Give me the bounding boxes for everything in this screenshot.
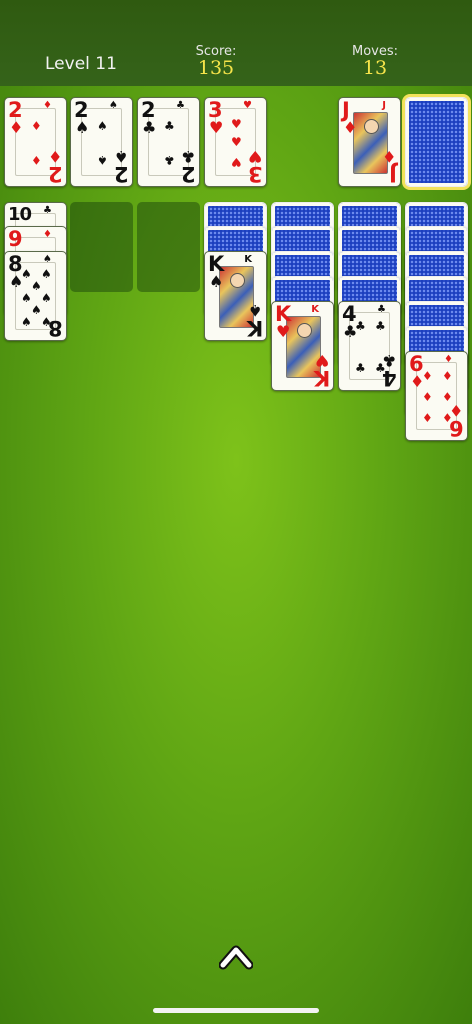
tableau-6-four[interactable]: 4 ♣ ♣ ♣ ♣ ♣ ♣ 4 ♣ [338,301,401,391]
tableau-7-six[interactable]: 6 ♦ ♦ ♦ ♦ ♦ ♦ ♦ ♦ 6 ♦ [405,351,468,441]
moves-value: 13 [362,57,388,79]
foundation-3[interactable]: 2 ♣ ♣ ♣ ♣ 2 ♣ [137,97,200,187]
level-label: Level 11 [45,54,117,74]
foundation-4[interactable]: 3 ♥ ♥ ♥ ♥ ♥ 3 ♥ [204,97,267,187]
foundation-1[interactable]: 2 ♦ ♦ ♦ ♦ 2 ♦ [4,97,67,187]
tableau-4-king[interactable]: K ♠ K K ♠ [204,251,267,341]
moves-display: Moves: 13 [330,44,420,79]
score-display: Score: 135 [171,44,261,79]
foundation-2[interactable]: 2 ♠ ♠ ♠ ♠ 2 ♠ [70,97,133,187]
waste-card[interactable]: J ♦ J J ♦ [338,97,401,187]
tableau-1-card-3[interactable]: 8 ♠ ♠ ♠ ♠ ♠ ♠ ♠ ♠ ♠ ♠ 8 [4,251,67,341]
top-bar: Level 11 Score: 135 Moves: 13 [0,0,472,86]
tableau-5-king[interactable]: K ♥ K K ♥ [271,301,334,391]
stock-pile[interactable] [405,97,468,187]
score-value: 135 [197,57,235,79]
tableau-2-empty[interactable] [70,202,133,292]
home-indicator[interactable] [153,1008,319,1013]
tableau-3-empty[interactable] [137,202,200,292]
chevron-up-icon[interactable] [219,940,253,970]
